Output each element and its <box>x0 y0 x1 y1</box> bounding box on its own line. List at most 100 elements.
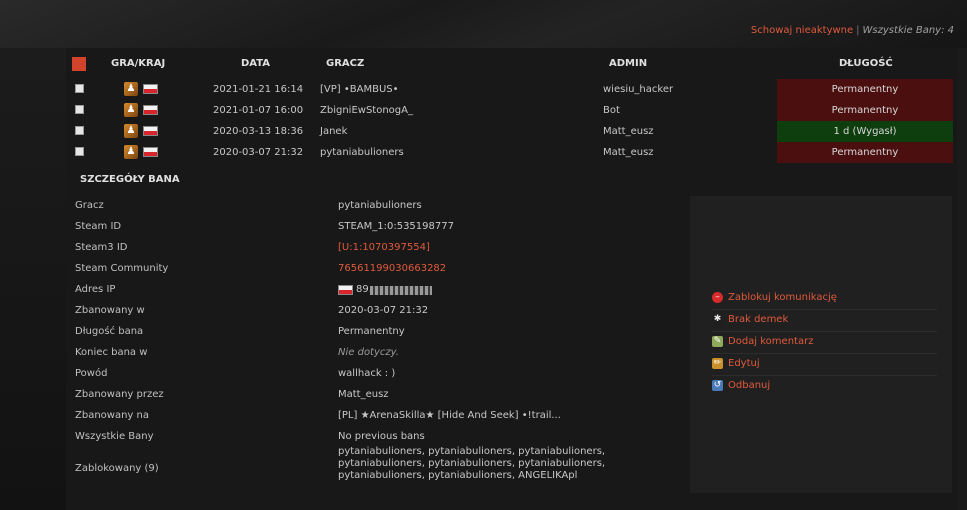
detail-row-steam-community: Steam Community 76561199030663282 <box>66 259 688 280</box>
flag-pl-icon <box>143 105 158 115</box>
add-comment-button[interactable]: ✎ Dodaj komentarz <box>712 333 937 354</box>
detail-label: Wszystkie Bany <box>75 431 154 442</box>
ban-row[interactable]: ♟ 2020-03-07 21:32 pytaniabulioners Matt… <box>66 142 957 163</box>
flag-pl-icon <box>143 84 158 94</box>
ban-row[interactable]: ♟ 2020-03-13 18:36 Janek Matt_eusz 1 d (… <box>66 121 957 142</box>
top-links: Schowaj nieaktywne | Wszystkie Bany: 4 <box>751 25 954 36</box>
header-length[interactable]: DŁUGOŚĆ <box>839 58 893 69</box>
left-background <box>0 48 66 510</box>
block-icon: – <box>712 292 723 303</box>
detail-label: Długość bana <box>75 326 144 337</box>
edit-button[interactable]: ✏ Edytuj <box>712 355 937 376</box>
detail-row-blocked: Zablokowany (9) pytaniabulioners, pytani… <box>66 446 688 492</box>
row-checkbox[interactable] <box>75 126 84 135</box>
detail-row-reason: Powód wallhack : ) <box>66 364 688 385</box>
hide-inactive-link[interactable]: Schowaj nieaktywne <box>751 25 853 36</box>
detail-label: Steam3 ID <box>75 242 128 253</box>
detail-value: STEAM_1:0:535198777 <box>338 221 454 232</box>
ban-player: [VP] •BAMBUS• <box>320 84 399 95</box>
demo-icon: ✱ <box>712 314 723 325</box>
ban-length-badge: Permanentny <box>777 100 953 121</box>
header-admin[interactable]: ADMIN <box>609 58 647 69</box>
detail-label: Steam ID <box>75 221 122 232</box>
action-label: Brak demek <box>728 314 789 325</box>
detail-row-ban-end: Koniec bana w Nie dotyczy. <box>66 343 688 364</box>
game-icon: ♟ <box>124 103 138 117</box>
detail-value: No previous bans <box>338 431 425 442</box>
top-separator: | <box>856 25 860 36</box>
ban-date: 2021-01-07 16:00 <box>213 105 304 116</box>
ban-row[interactable]: ♟ 2021-01-21 16:14 [VP] •BAMBUS• wiesiu_… <box>66 79 957 100</box>
block-communication-button[interactable]: – Zablokuj komunikację <box>712 289 937 310</box>
detail-row-all-bans: Wszystkie Bany No previous bans <box>66 427 688 448</box>
detail-value: pytaniabulioners, pytaniabulioners, pyta… <box>338 446 606 481</box>
detail-label: Adres IP <box>75 284 116 295</box>
pencil-icon: ✏ <box>712 358 723 369</box>
ban-admin: wiesiu_hacker <box>603 84 674 95</box>
detail-row-banned-at: Zbanowany w 2020-03-07 21:32 <box>66 301 688 322</box>
game-icon: ♟ <box>124 145 138 159</box>
no-demo-button[interactable]: ✱ Brak demek <box>712 311 937 332</box>
all-bans-count: Wszystkie Bany: 4 <box>862 25 954 36</box>
row-checkbox[interactable] <box>75 84 84 93</box>
game-icon: ♟ <box>124 82 138 96</box>
ban-admin: Bot <box>603 105 620 116</box>
ban-details-title: SZCZEGÓŁY BANA <box>80 174 180 185</box>
right-background <box>957 48 967 510</box>
detail-label: Koniec bana w <box>75 347 148 358</box>
detail-row-banned-by: Zbanowany przez Matt_eusz <box>66 385 688 406</box>
action-label: Edytuj <box>728 358 760 369</box>
detail-label: Steam Community <box>75 263 169 274</box>
detail-value: [PL] ★ArenaSkilla★ [Hide And Seek] •!tra… <box>338 410 561 421</box>
game-icon: ♟ <box>124 124 138 138</box>
flag-pl-icon <box>338 285 353 295</box>
actions-panel: – Zablokuj komunikację ✱ Brak demek ✎ Do… <box>690 196 952 493</box>
detail-value: Permanentny <box>338 326 405 337</box>
detail-row-steam3-id: Steam3 ID [U:1:1070397554] <box>66 238 688 259</box>
detail-row-player: Gracz pytaniabulioners <box>66 196 688 217</box>
flag-pl-icon <box>143 126 158 136</box>
header-player[interactable]: GRACZ <box>326 58 364 69</box>
ban-details: Gracz pytaniabulioners Steam ID STEAM_1:… <box>66 196 688 492</box>
ban-date: 2020-03-07 21:32 <box>213 147 304 158</box>
steam-community-link[interactable]: 76561199030663282 <box>338 263 446 274</box>
detail-value: Nie dotyczy. <box>338 347 399 358</box>
steam3-id-link[interactable]: [U:1:1070397554] <box>338 242 430 253</box>
row-checkbox[interactable] <box>75 105 84 114</box>
detail-value: pytaniabulioners <box>338 200 422 211</box>
unban-button[interactable]: ↺ Odbanuj <box>712 377 937 397</box>
ban-date: 2020-03-13 18:36 <box>213 126 304 137</box>
select-all-checkbox[interactable] <box>72 57 86 71</box>
header-date[interactable]: DATA <box>241 58 270 69</box>
detail-value: wallhack : ) <box>338 368 396 379</box>
header-background <box>0 0 967 48</box>
detail-row-length: Długość bana Permanentny <box>66 322 688 343</box>
ban-player: pytaniabulioners <box>320 147 404 158</box>
ban-length-badge: Permanentny <box>777 79 953 100</box>
action-label: Odbanuj <box>728 380 771 391</box>
ban-player: Janek <box>320 126 348 137</box>
detail-value: Matt_eusz <box>338 389 389 400</box>
ban-date: 2021-01-21 16:14 <box>213 84 304 95</box>
unban-icon: ↺ <box>712 380 723 391</box>
detail-row-steam-id: Steam ID STEAM_1:0:535198777 <box>66 217 688 238</box>
ban-length-badge: Permanentny <box>777 142 953 163</box>
flag-pl-icon <box>143 147 158 157</box>
detail-label: Zablokowany (9) <box>75 463 159 474</box>
row-checkbox[interactable] <box>75 147 84 156</box>
ban-admin: Matt_eusz <box>603 147 654 158</box>
detail-label: Zbanowany przez <box>75 389 164 400</box>
ban-row[interactable]: ♟ 2021-01-07 16:00 ZbigniEwStonogA_ Bot … <box>66 100 957 121</box>
detail-label: Zbanowany w <box>75 305 145 316</box>
ban-length-badge: 1 d (Wygasł) <box>777 121 953 142</box>
comment-icon: ✎ <box>712 336 723 347</box>
detail-label: Zbanowany na <box>75 410 149 421</box>
header-game-country[interactable]: GRA/KRAJ <box>111 58 165 69</box>
detail-label: Gracz <box>75 200 104 211</box>
detail-value: 2020-03-07 21:32 <box>338 305 429 316</box>
detail-row-ip: Adres IP 89. <box>66 280 688 301</box>
action-label: Zablokuj komunikację <box>728 292 837 303</box>
action-label: Dodaj komentarz <box>728 336 814 347</box>
detail-row-server: Zbanowany na [PL] ★ArenaSkilla★ [Hide An… <box>66 406 688 427</box>
detail-label: Powód <box>75 368 108 379</box>
